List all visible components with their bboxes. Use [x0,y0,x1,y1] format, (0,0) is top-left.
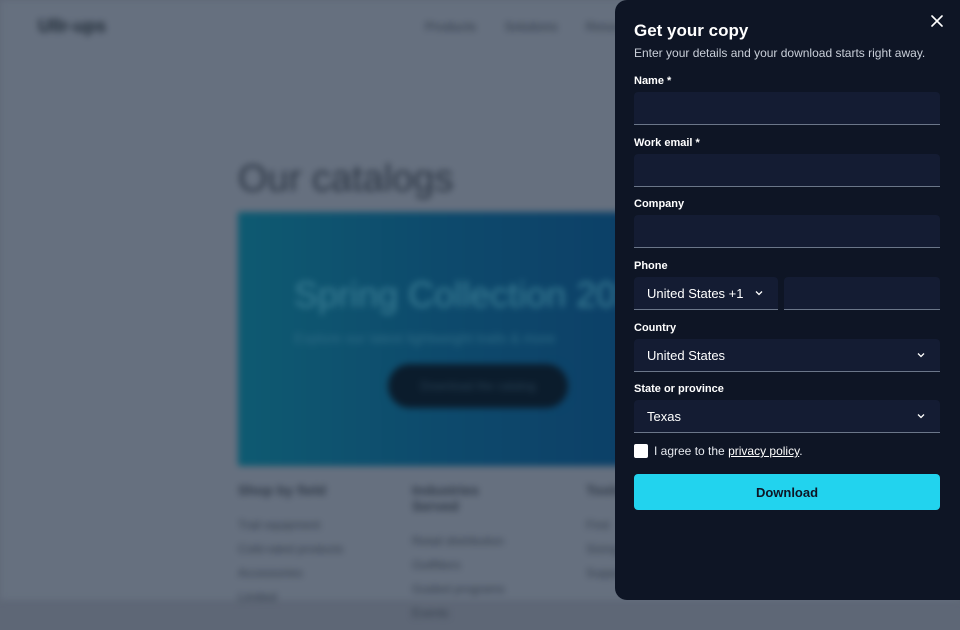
country-select[interactable]: United States [634,339,940,372]
column-link: Accessories [238,566,303,580]
banner-button: Download the catalog [388,364,568,408]
banner-title: Spring Collection 2025 [294,274,657,315]
phone-country-value: United States +1 [647,285,744,301]
name-label: Name * [634,75,672,87]
consent-prefix: I agree to the [654,444,729,458]
nav-item: Products [425,19,477,34]
drawer-title: Get your copy [634,21,749,40]
close-icon [931,15,943,27]
state-value: Texas [647,408,681,424]
country-value: United States [647,347,726,363]
chevron-down-icon [917,411,927,421]
consent-suffix: . [799,444,803,458]
close-button[interactable] [926,10,948,32]
column-link: Trail equipment [238,518,321,532]
email-label: Work email * [634,137,700,149]
country-label: Country [634,322,677,334]
consent-text: I agree to the privacy policy. [654,444,803,458]
phone-country-select[interactable]: United States +1 [634,277,778,310]
hero-banner: Spring Collection 2025 Explore our lates… [238,212,656,466]
column-link: Guided programs [412,582,505,596]
email-field[interactable] [634,154,940,187]
download-button[interactable]: Download [634,474,940,510]
chevron-down-icon [755,288,765,298]
footer-column: Shop by field Trail equipment Cold-rated… [238,482,348,630]
phone-label: Phone [634,260,668,272]
column-heading: Shop by field [238,482,326,498]
column-link: Retail distribution [412,534,505,548]
name-field[interactable] [634,92,940,125]
download-drawer: Get your copy Enter your details and you… [615,0,960,600]
nav-item: Solutions [504,19,558,34]
page-title: Our catalogs [238,158,454,200]
column-link: Outfitters [412,558,461,572]
footer-column: Industries Served Retail distribution Ou… [412,482,522,630]
state-label: State or province [634,383,724,395]
column-link: Events [412,606,449,620]
column-heading: Industries Served [412,482,479,514]
company-label: Company [634,198,685,210]
column-link: Cold-rated products [238,542,344,556]
privacy-consent: I agree to the privacy policy. [634,444,803,458]
column-link: Limited [238,590,277,604]
chevron-down-icon [917,350,927,360]
company-field[interactable] [634,215,940,248]
state-select[interactable]: Texas [634,400,940,433]
site-logo: Ullr-ups [38,16,107,36]
banner-subtitle: Explore our latest lightweight trails & … [294,330,556,346]
privacy-policy-link[interactable]: privacy policy [728,444,799,458]
drawer-subtitle: Enter your details and your download sta… [634,46,926,60]
privacy-checkbox[interactable] [634,444,648,458]
phone-number-field[interactable] [784,277,940,310]
